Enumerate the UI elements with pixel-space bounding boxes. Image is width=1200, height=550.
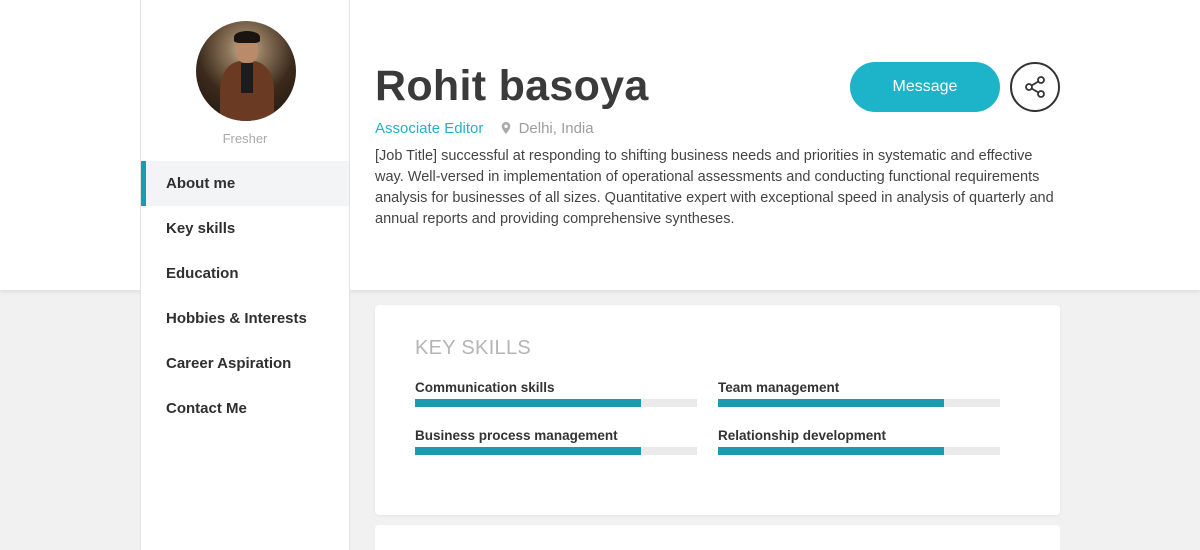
profile-name: Rohit basoya (375, 62, 649, 110)
profile-summary: [Job Title] successful at responding to … (375, 148, 1054, 227)
skill-item: Communication skills (415, 380, 698, 407)
message-button[interactable]: Message (850, 62, 1000, 112)
key-skills-card: KEY SKILLS Communication skills Team man… (375, 305, 1060, 515)
next-section-card (375, 525, 1060, 550)
sidebar-item-education[interactable]: Education (141, 251, 349, 296)
sidebar-nav: About me Key skills Education Hobbies & … (141, 161, 349, 431)
skill-bar-fill (718, 447, 944, 455)
share-icon (1025, 76, 1045, 98)
role-label: Fresher (222, 131, 268, 146)
skill-item: Team management (718, 380, 1001, 407)
skill-name: Business process management (415, 428, 618, 443)
skill-name: Relationship development (718, 428, 887, 443)
skill-bar-fill (718, 399, 944, 407)
avatar[interactable] (196, 21, 296, 121)
skill-bar-track (718, 447, 1000, 455)
skill-bar-fill (415, 399, 641, 407)
skill-name: Communication skills (415, 380, 555, 395)
sidebar-item-contact-me[interactable]: Contact Me (141, 386, 349, 431)
skill-item: Relationship development (718, 428, 1001, 455)
title-line: Associate Editor Delhi, India (375, 120, 594, 137)
location: Delhi, India (498, 120, 594, 137)
sidebar-item-hobbies[interactable]: Hobbies & Interests (141, 296, 349, 341)
skill-item: Business process management (415, 428, 698, 455)
sidebar-item-career-aspiration[interactable]: Career Aspiration (141, 341, 349, 386)
skill-bar-fill (415, 447, 641, 455)
location-pin-icon (501, 122, 510, 134)
skill-name: Team management (718, 380, 840, 395)
skill-bar-track (415, 399, 697, 407)
skill-bar-track (415, 447, 697, 455)
sidebar-item-about-me[interactable]: About me (141, 161, 349, 206)
share-button[interactable] (1010, 62, 1060, 112)
sidebar-item-key-skills[interactable]: Key skills (141, 206, 349, 251)
key-skills-title: KEY SKILLS (415, 337, 532, 359)
job-title: Associate Editor (375, 120, 484, 137)
location-text: Delhi, India (518, 120, 594, 137)
sidebar: Fresher About me Key skills Education Ho… (140, 0, 350, 550)
skill-bar-track (718, 399, 1000, 407)
